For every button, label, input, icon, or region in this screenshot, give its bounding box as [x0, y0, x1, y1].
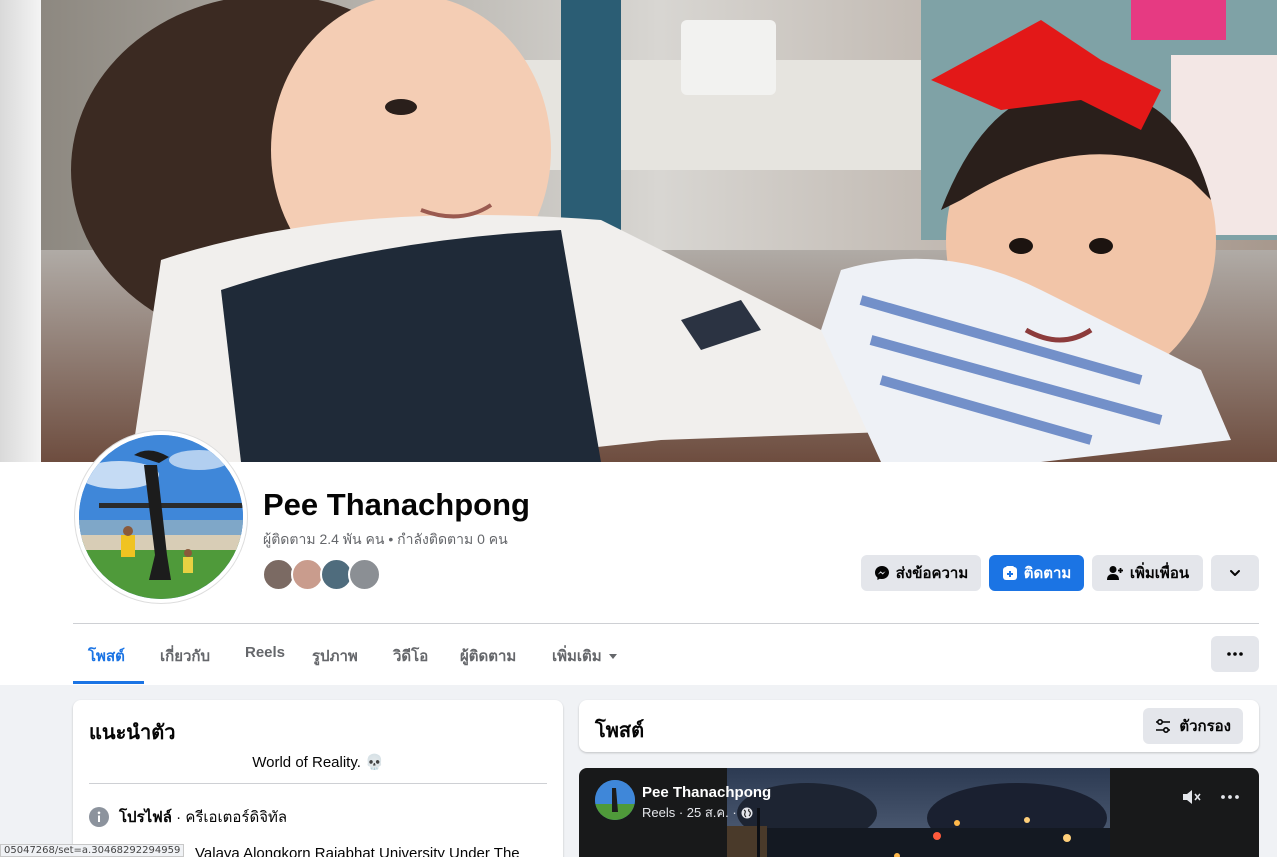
mute-icon[interactable]	[1181, 788, 1203, 806]
tab-photos[interactable]: รูปภาพ	[312, 644, 358, 668]
posts-title: โพสต์	[595, 720, 645, 742]
cover-photo[interactable]	[41, 0, 1277, 462]
left-gutter	[0, 0, 41, 462]
reel-video-image	[727, 768, 1110, 857]
friend-avatar[interactable]	[348, 558, 381, 591]
filter-icon	[1156, 719, 1171, 733]
status-bar-url: 05047268/set=a.30468292294959	[0, 844, 185, 857]
message-button-label: ส่งข้อความ	[895, 565, 969, 582]
message-button[interactable]: ส่งข้อความ	[861, 555, 981, 591]
tab-videos-label: วิดีโอ	[393, 648, 429, 665]
follow-icon	[1002, 566, 1017, 580]
tab-photos-label: รูปภาพ	[312, 648, 358, 665]
intro-profile-value: · ครีเอเตอร์ดิจิทัล	[172, 809, 288, 826]
add-friend-button-label: เพิ่มเพื่อน	[1129, 565, 1190, 582]
profile-avatar[interactable]	[75, 431, 247, 603]
tab-followers[interactable]: ผู้ติดตาม	[460, 644, 516, 668]
filter-button-label: ตัวกรอง	[1179, 718, 1231, 735]
tab-posts-label: โพสต์	[88, 648, 125, 665]
tab-more-label: เพิ่มเติม	[552, 648, 602, 665]
intro-bio: World of Reality. 💀	[252, 754, 384, 771]
intro-title: แนะนำตัว	[89, 722, 176, 744]
intro-card: แนะนำตัว World of Reality. 💀 โปรไฟล์ · ค…	[73, 700, 563, 857]
globe-icon	[741, 807, 753, 818]
tab-about[interactable]: เกี่ยวกับ	[160, 644, 210, 668]
reel-post[interactable]: Pee Thanachpong Reels · 25 ส.ค. ·	[579, 768, 1259, 857]
tab-more[interactable]: เพิ่มเติม	[552, 644, 618, 668]
chevron-down-icon	[1230, 570, 1240, 576]
reel-post-meta-text: Reels · 25 ส.ค. ·	[642, 805, 737, 820]
tab-posts[interactable]: โพสต์	[88, 644, 125, 668]
mutual-friends-avatars[interactable]	[262, 558, 382, 592]
more-dots-icon	[1227, 652, 1243, 656]
tab-reels-label: Reels	[245, 644, 286, 661]
tab-about-label: เกี่ยวกับ	[160, 648, 211, 665]
reel-controls	[1181, 788, 1239, 806]
profile-options-button[interactable]	[1211, 555, 1259, 591]
tab-videos[interactable]: วิดีโอ	[393, 644, 428, 668]
more-dots-icon[interactable]	[1221, 795, 1239, 799]
intro-university[interactable]: Valaya Alongkorn Rajabhat University Und…	[195, 845, 520, 857]
follower-count[interactable]: ผู้ติดตาม 2.4 พัน คน • กำลังติดตาม 0 คน	[263, 529, 508, 551]
avatar-image	[79, 435, 243, 599]
cover-photo-image	[41, 0, 1277, 462]
intro-divider	[89, 783, 547, 784]
follow-button[interactable]: ติดตาม	[989, 555, 1084, 591]
add-friend-button[interactable]: เพิ่มเพื่อน	[1092, 555, 1203, 591]
reel-author-avatar-image	[595, 780, 635, 820]
reel-post-meta: Reels · 25 ส.ค. ·	[642, 802, 753, 823]
tab-followers-label: ผู้ติดตาม	[460, 648, 517, 665]
intro-profile-label: โปรไฟล์	[119, 809, 172, 826]
filter-button[interactable]: ตัวกรอง	[1143, 708, 1243, 744]
posts-header-card: โพสต์ ตัวกรอง	[579, 700, 1259, 752]
reel-author-avatar[interactable]	[595, 780, 635, 820]
caret-down-icon	[608, 654, 617, 659]
intro-profile-row: โปรไฟล์ · ครีเอเตอร์ดิจิทัล	[89, 805, 287, 829]
tab-reels[interactable]: Reels	[245, 644, 285, 661]
profile-name: Pee Thanachpong	[263, 487, 530, 522]
active-tab-indicator	[73, 681, 144, 684]
header-divider	[73, 623, 1259, 624]
reel-video-thumbnail[interactable]	[727, 768, 1110, 857]
more-options-button[interactable]	[1211, 636, 1259, 672]
reel-author-name[interactable]: Pee Thanachpong	[642, 784, 771, 801]
follow-button-label: ติดตาม	[1023, 565, 1072, 582]
add-friend-icon	[1106, 566, 1123, 580]
messenger-icon	[874, 566, 889, 580]
info-icon	[89, 807, 109, 827]
